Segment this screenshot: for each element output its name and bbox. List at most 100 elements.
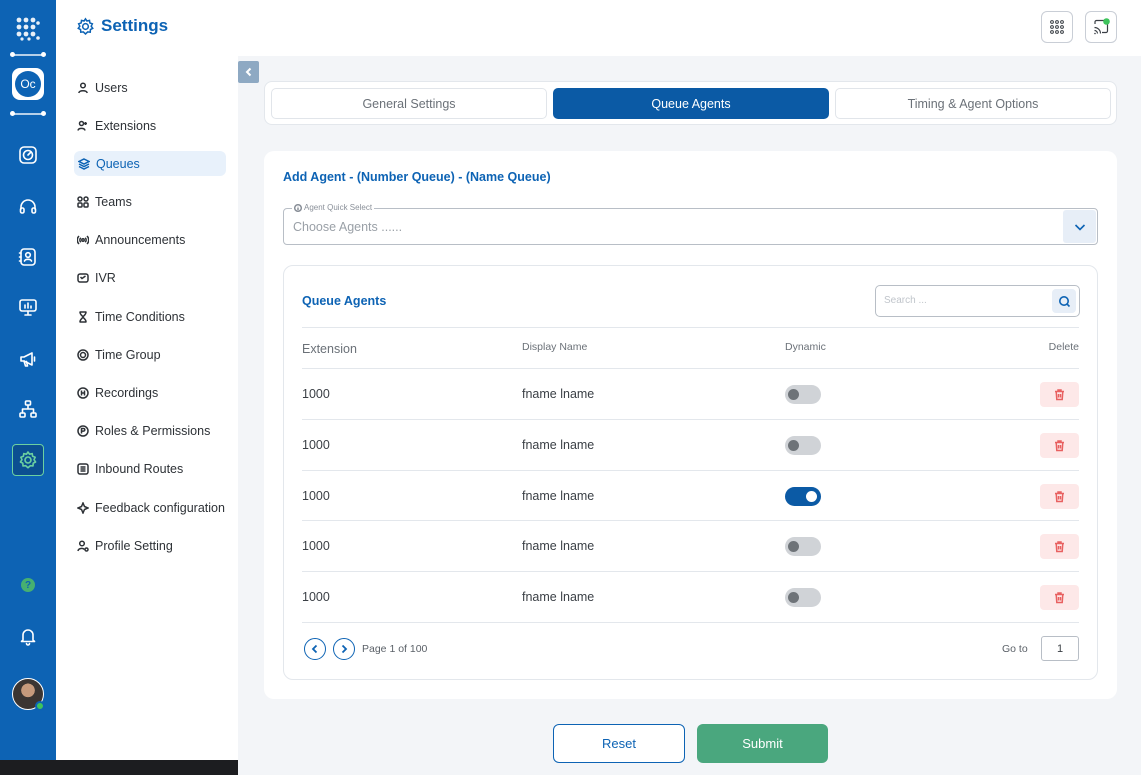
- roles-icon: [77, 425, 89, 437]
- card-title: Add Agent - (Number Queue) - (Name Queue…: [283, 170, 551, 184]
- broadcast-icon: [77, 235, 89, 245]
- headset-icon[interactable]: [14, 193, 42, 221]
- delete-button[interactable]: [1040, 534, 1079, 560]
- delete-button[interactable]: [1040, 432, 1079, 458]
- settings-gear-icon[interactable]: [12, 444, 44, 476]
- sidebar-item-time-group[interactable]: Time Group: [74, 342, 226, 367]
- sidebar-item-announcements[interactable]: Announcements: [74, 228, 226, 253]
- submit-button[interactable]: Submit: [697, 724, 828, 763]
- dynamic-toggle[interactable]: [785, 385, 821, 404]
- users-icon: [77, 120, 87, 131]
- sidebar-item-users[interactable]: Users: [74, 75, 226, 100]
- settings-menu: Users Extensions Queues Teams Announceme…: [74, 75, 226, 571]
- column-dynamic: Dynamic: [785, 341, 826, 353]
- info-icon: [294, 203, 302, 212]
- tab-queue-agents[interactable]: Queue Agents: [553, 88, 829, 119]
- trash-icon: [1055, 490, 1064, 502]
- sidebar-item-recordings[interactable]: Recordings: [74, 381, 226, 406]
- grid-icon: [77, 196, 89, 208]
- sidebar-item-inbound-routes[interactable]: Inbound Routes: [74, 457, 226, 482]
- sidebar-item-extensions[interactable]: Extensions: [74, 113, 226, 138]
- search-placeholder: Search ...: [884, 295, 927, 306]
- recording-icon: [77, 387, 89, 399]
- help-icon[interactable]: ?: [21, 578, 35, 592]
- user-icon: [78, 81, 88, 93]
- reports-icon[interactable]: [14, 293, 42, 321]
- settings-gear-icon: [77, 17, 94, 35]
- table-header: Extension Display Name Dynamic Delete: [302, 327, 1079, 369]
- hourglass-icon: [79, 310, 87, 323]
- prev-page-button[interactable]: [304, 638, 326, 660]
- routes-icon: [77, 463, 89, 476]
- cast-status-button[interactable]: [1085, 11, 1117, 43]
- display-name-cell: fname lname: [522, 539, 595, 554]
- next-page-button[interactable]: [333, 638, 355, 660]
- column-delete: Delete: [1048, 341, 1079, 353]
- panel-title: Queue Agents: [302, 294, 387, 308]
- delete-button[interactable]: [1040, 585, 1079, 611]
- sidebar-item-profile-setting[interactable]: Profile Setting: [74, 533, 226, 558]
- workspace-badge[interactable]: Oc: [12, 68, 44, 100]
- search-button[interactable]: [1052, 289, 1076, 313]
- display-name-cell: fname lname: [522, 387, 595, 401]
- tab-timing-agent-options[interactable]: Timing & Agent Options: [835, 88, 1111, 119]
- campaign-icon[interactable]: [14, 345, 42, 373]
- search-input[interactable]: Search ...: [875, 285, 1080, 317]
- table-row: 1000 fname lname: [302, 369, 1079, 420]
- dialpad-button[interactable]: [1041, 11, 1073, 43]
- trash-icon: [1055, 440, 1064, 452]
- rail-separator: [10, 111, 46, 116]
- column-extension: Extension: [302, 342, 357, 356]
- select-label: Agent Quick Select: [292, 203, 375, 212]
- app-logo-icon: [16, 17, 40, 41]
- notifications-bell-icon[interactable]: [14, 622, 42, 650]
- queue-agents-panel: Queue Agents Search ... Extension Displa…: [283, 265, 1098, 680]
- pagination: Page 1 of 100 Go to 1: [302, 636, 1079, 662]
- rail-separator: [10, 52, 46, 57]
- sidebar-item-time-conditions[interactable]: Time Conditions: [74, 304, 226, 329]
- chevron-down-icon: [1074, 223, 1085, 231]
- table-row: 1000 fname lname: [302, 420, 1079, 471]
- extension-cell: 1000: [302, 590, 330, 605]
- sidebar-item-roles-permissions[interactable]: Roles & Permissions: [74, 419, 226, 444]
- table-row: 1000 fname lname: [302, 471, 1079, 522]
- sidebar-item-ivr[interactable]: IVR: [74, 266, 226, 291]
- contacts-icon[interactable]: [14, 243, 42, 271]
- extension-cell: 1000: [302, 488, 330, 503]
- tab-general-settings[interactable]: General Settings: [271, 88, 547, 119]
- online-status-icon: [35, 701, 45, 711]
- extension-cell: 1000: [302, 387, 330, 401]
- collapse-sidebar-button[interactable]: [238, 61, 259, 83]
- reset-button[interactable]: Reset: [553, 724, 685, 763]
- layers-icon: [78, 158, 90, 170]
- dynamic-toggle[interactable]: [785, 588, 821, 608]
- dynamic-toggle[interactable]: [785, 486, 821, 506]
- trash-icon: [1055, 592, 1064, 604]
- user-avatar[interactable]: [12, 678, 45, 711]
- sidebar-item-queues[interactable]: Queues: [74, 151, 226, 177]
- goto-page-input[interactable]: 1: [1041, 636, 1079, 661]
- extension-cell: 1000: [302, 437, 330, 452]
- delete-button[interactable]: [1040, 382, 1079, 407]
- dynamic-toggle[interactable]: [785, 537, 821, 557]
- agent-quick-select[interactable]: Agent Quick Select Choose Agents ......: [283, 203, 1098, 245]
- search-icon: [1058, 295, 1070, 307]
- add-agent-card: Add Agent - (Number Queue) - (Name Queue…: [264, 151, 1117, 699]
- extension-cell: 1000: [302, 539, 330, 554]
- display-name-cell: fname lname: [522, 590, 595, 605]
- profile-icon: [77, 540, 89, 552]
- sidebar-item-teams[interactable]: Teams: [74, 190, 226, 215]
- trash-icon: [1055, 541, 1064, 553]
- bottom-strip: [0, 760, 238, 775]
- dashboard-icon[interactable]: [14, 141, 42, 169]
- org-chart-icon[interactable]: [14, 395, 42, 423]
- delete-button[interactable]: [1040, 483, 1079, 509]
- dropdown-toggle[interactable]: [1063, 210, 1096, 243]
- sidebar-item-feedback-configuration[interactable]: Feedback configuration: [74, 495, 226, 520]
- dynamic-toggle[interactable]: [785, 435, 821, 455]
- display-name-cell: fname lname: [522, 437, 595, 452]
- table-row: 1000 fname lname: [302, 572, 1079, 623]
- chevron-left-icon: [245, 67, 251, 77]
- column-display-name: Display Name: [522, 341, 588, 353]
- chevron-left-icon: [311, 644, 318, 654]
